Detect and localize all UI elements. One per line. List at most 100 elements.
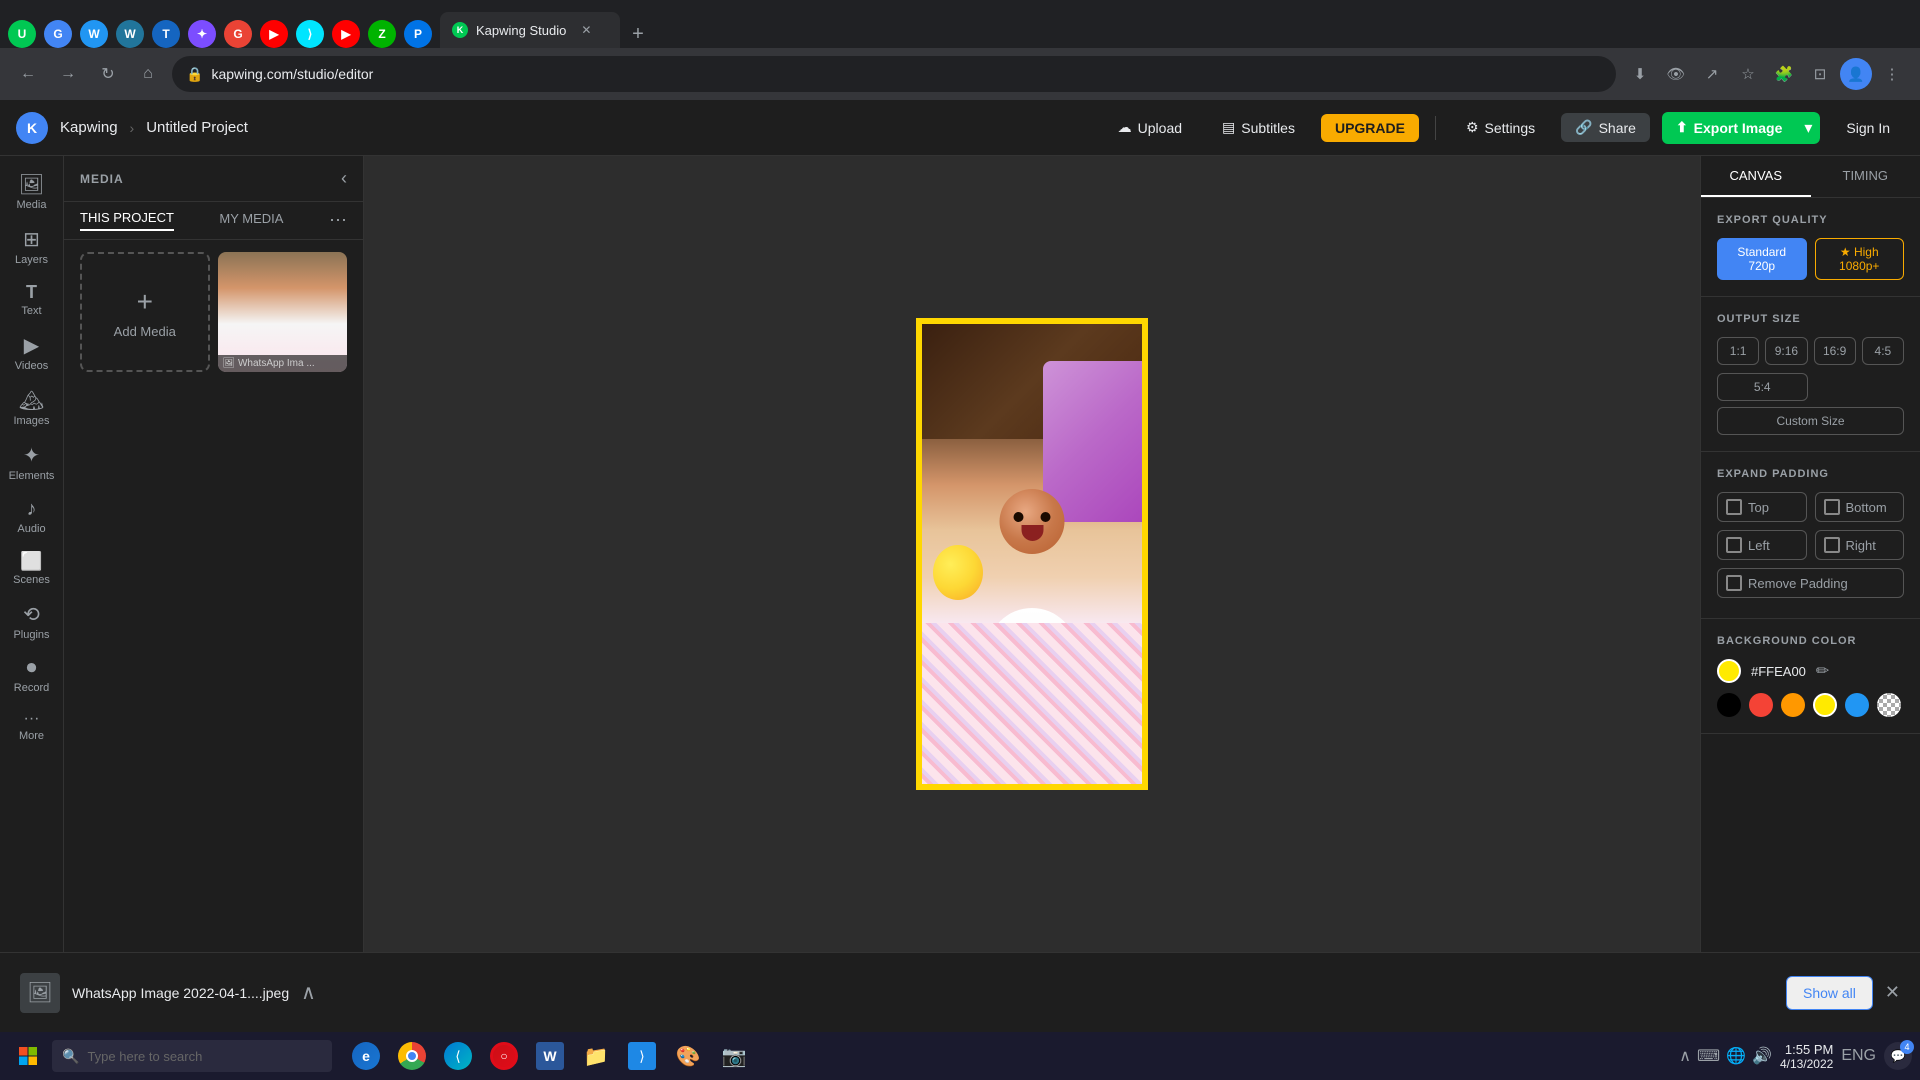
taskbar-opera[interactable]: ○ [482, 1034, 526, 1078]
quality-options: Standard 720p ★ High 1080p+ [1717, 238, 1904, 280]
new-tab-button[interactable]: + [624, 20, 652, 48]
media-thumbnail[interactable]: 🖼 WhatsApp Ima ... [218, 252, 348, 372]
timing-tab[interactable]: TIMING [1811, 156, 1920, 197]
media-options-button[interactable]: ⋯ [329, 210, 347, 231]
color-swatch-transparent[interactable] [1877, 693, 1901, 717]
sidebar-item-videos[interactable]: ▶ Videos [0, 325, 63, 380]
export-button[interactable]: ⬆ Export Image [1662, 112, 1796, 144]
address-bar[interactable]: 🔒 kapwing.com/studio/editor [172, 56, 1616, 92]
custom-size-button[interactable]: Custom Size [1717, 407, 1904, 435]
color-picker-icon[interactable]: ✏ [1816, 661, 1829, 681]
size-5-4-button[interactable]: 5:4 [1717, 373, 1808, 401]
sidebar-item-media[interactable]: 🖼 Media [0, 164, 63, 219]
speaker-icon[interactable]: 🔊 [1752, 1046, 1772, 1066]
subtitles-button[interactable]: ▤ Subtitles [1208, 113, 1309, 142]
active-tab[interactable]: K Kapwing Studio ✕ [440, 12, 620, 48]
google2-favicon: G [224, 20, 252, 48]
color-swatch-yellow[interactable] [1813, 693, 1837, 717]
sidebar-item-elements[interactable]: ✦ Elements [0, 435, 63, 490]
padding-right-button[interactable]: Right [1815, 530, 1905, 560]
sidebar-item-layers[interactable]: ⊞ Layers [0, 219, 63, 274]
taskbar-explorer[interactable]: 📁 [574, 1034, 618, 1078]
taskbar-word[interactable]: W [528, 1034, 572, 1078]
taskbar-search[interactable]: 🔍 Type here to search [52, 1040, 332, 1072]
up-arrow-icon[interactable]: ∧ [1679, 1046, 1691, 1066]
padding-left-button[interactable]: Left [1717, 530, 1807, 560]
windows-logo-icon [18, 1046, 38, 1066]
upload-button[interactable]: ☁ Upload [1104, 113, 1196, 142]
remove-padding-button[interactable]: Remove Padding [1717, 568, 1904, 598]
size-4-5-button[interactable]: 4:5 [1862, 337, 1904, 365]
share-icon[interactable]: ↗ [1696, 58, 1728, 90]
high-quality-button[interactable]: ★ High 1080p+ [1815, 238, 1905, 280]
canvas-image[interactable] [922, 324, 1142, 784]
notification-button[interactable]: 💬 4 [1884, 1042, 1912, 1070]
collapse-panel-button[interactable]: ‹ [341, 168, 347, 189]
media-panel-title: MEDIA [80, 172, 124, 186]
export-dropdown-button[interactable]: ▾ [1796, 112, 1820, 144]
taskbar-app8[interactable]: 📷 [712, 1034, 756, 1078]
color-swatch-blue[interactable] [1845, 693, 1869, 717]
canvas-tab[interactable]: CANVAS [1701, 156, 1811, 197]
taskbar-chrome[interactable] [390, 1034, 434, 1078]
color-swatch-red[interactable] [1749, 693, 1773, 717]
star-icon[interactable]: ☆ [1732, 58, 1764, 90]
sidebar-item-images[interactable]: 🏔 Images [0, 380, 63, 435]
my-media-tab[interactable]: MY MEDIA [219, 211, 283, 230]
header-divider [1435, 116, 1436, 140]
canvas-wrapper [916, 318, 1148, 790]
close-bar-button[interactable]: ✕ [1885, 982, 1900, 1003]
forward-button[interactable]: → [52, 58, 84, 90]
home-button[interactable]: ⌂ [132, 58, 164, 90]
browser-frame: U G W W T ✦ G ▶ ⟩ ▶ Z P K Kapwing Studio… [0, 0, 1920, 1080]
add-media-button[interactable]: + Add Media [80, 252, 210, 372]
sidebar-item-audio[interactable]: ♪ Audio [0, 490, 63, 543]
sidebar-item-more[interactable]: ··· More [0, 702, 63, 750]
reload-button[interactable]: ↻ [92, 58, 124, 90]
taskbar-edge[interactable]: ⟨ [436, 1034, 480, 1078]
download-icon[interactable]: ⬇ [1624, 58, 1656, 90]
taskbar-app6[interactable]: ⟩ [620, 1034, 664, 1078]
date-text: 4/13/2022 [1780, 1057, 1833, 1071]
profile-avatar[interactable]: 👤 [1840, 58, 1872, 90]
lang-indicator[interactable]: ENG [1841, 1047, 1876, 1065]
layers-label: Layers [15, 254, 48, 266]
sidebar-item-text[interactable]: T Text [0, 274, 63, 325]
settings-button[interactable]: ⚙ Settings [1452, 113, 1549, 142]
bg-color-swatch[interactable] [1717, 659, 1741, 683]
opera-icon: ○ [490, 1042, 518, 1070]
start-button[interactable] [8, 1036, 48, 1076]
back-button[interactable]: ← [12, 58, 44, 90]
canvas-bg [922, 324, 1142, 784]
padding-top-button[interactable]: Top [1717, 492, 1807, 522]
size-9-16-button[interactable]: 9:16 [1765, 337, 1807, 365]
profile-toggle-icon[interactable]: ⊡ [1804, 58, 1836, 90]
signin-button[interactable]: Sign In [1832, 114, 1904, 142]
show-all-button[interactable]: Show all [1786, 976, 1873, 1010]
images-label: Images [13, 415, 49, 427]
sidebar-item-scenes[interactable]: ⬜ Scenes [0, 543, 63, 594]
tab-close-btn[interactable]: ✕ [578, 22, 594, 38]
menu-icon[interactable]: ⋮ [1876, 58, 1908, 90]
eye-icon[interactable]: 👁 [1660, 58, 1692, 90]
taskbar-ie[interactable]: e [344, 1034, 388, 1078]
network-icon[interactable]: 🌐 [1726, 1046, 1746, 1066]
size-16-9-button[interactable]: 16:9 [1814, 337, 1856, 365]
color-swatch-black[interactable] [1717, 693, 1741, 717]
size-1-1-button[interactable]: 1:1 [1717, 337, 1759, 365]
edge-icon: ⟨ [444, 1042, 472, 1070]
share-button[interactable]: 🔗 Share [1561, 113, 1650, 142]
color-swatch-orange[interactable] [1781, 693, 1805, 717]
chrome-inner [406, 1050, 418, 1062]
taskbar-app7[interactable]: 🎨 [666, 1034, 710, 1078]
upgrade-button[interactable]: UPGRADE [1321, 114, 1419, 142]
keyboard-icon[interactable]: ⌨ [1697, 1046, 1720, 1066]
extensions-icon[interactable]: 🧩 [1768, 58, 1800, 90]
file-name: WhatsApp Image 2022-04-1....jpeg [72, 985, 289, 1001]
collapse-bar-button[interactable]: ∧ [301, 980, 316, 1005]
this-project-tab[interactable]: THIS PROJECT [80, 210, 174, 231]
sidebar-item-plugins[interactable]: ⟲ Plugins [0, 594, 63, 649]
sidebar-item-record[interactable]: ⏺ Record [0, 649, 63, 702]
standard-quality-button[interactable]: Standard 720p [1717, 238, 1807, 280]
padding-bottom-button[interactable]: Bottom [1815, 492, 1905, 522]
